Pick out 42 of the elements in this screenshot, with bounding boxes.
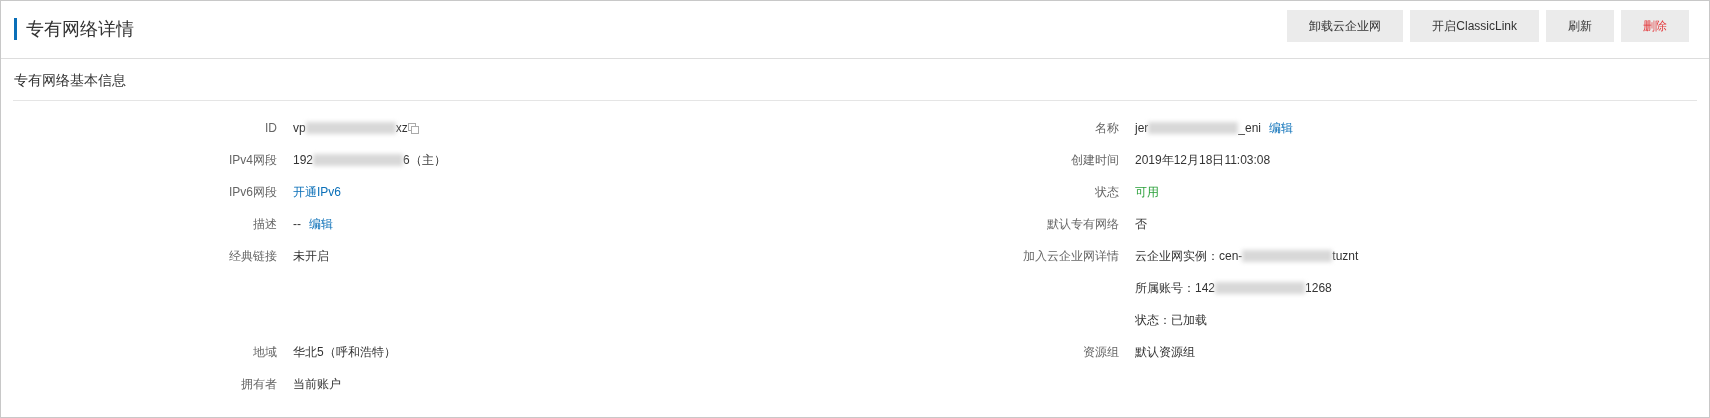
field-value: 1268 — [1305, 281, 1332, 295]
field-value: 否 — [1135, 215, 1147, 233]
field-label: 加入云企业网详情 — [1022, 248, 1119, 265]
field-label: 名称 — [1094, 120, 1119, 137]
field-label: ID — [264, 120, 277, 137]
field-value: 状态：已加载 — [1135, 311, 1207, 329]
action-button[interactable]: 刷新 — [1546, 10, 1614, 42]
field-value: -- — [293, 217, 301, 231]
status-text: 可用 — [1135, 183, 1159, 201]
field-label: IPv6网段 — [228, 184, 277, 201]
section-title: 专有网络基本信息 — [13, 59, 1697, 101]
field-label: 状态 — [1094, 184, 1119, 201]
field-value: vp — [293, 121, 306, 135]
field-value: 当前账户 — [293, 375, 341, 393]
field-value: _eni — [1238, 121, 1262, 135]
page-title: 专有网络详情 — [14, 18, 134, 40]
field-value: 所属账号：142 — [1135, 279, 1216, 297]
action-button[interactable]: 卸载云企业网 — [1287, 10, 1404, 42]
field-label: IPv4网段 — [228, 152, 277, 169]
field-value: 2019年12月18日11:03:08 — [1135, 151, 1271, 169]
copy-icon[interactable] — [407, 122, 419, 134]
delete-button[interactable]: 删除 — [1621, 10, 1689, 42]
field-value: 默认资源组 — [1135, 343, 1195, 361]
field-value: jer — [1135, 121, 1149, 135]
field-value: 未开启 — [293, 247, 329, 265]
field-value: tuznt — [1332, 249, 1359, 263]
field-value: 192 — [293, 153, 314, 167]
field-label: 描述 — [252, 216, 277, 233]
edit-link[interactable]: 编辑 — [1269, 119, 1294, 137]
field-label: 地域 — [252, 344, 277, 361]
field-value: xz — [395, 121, 408, 135]
field-label: 创建时间 — [1070, 152, 1119, 169]
field-label: 经典链接 — [228, 248, 277, 265]
field-label: 默认专有网络 — [1046, 216, 1119, 233]
edit-link[interactable]: 编辑 — [309, 215, 333, 233]
field-label: 资源组 — [1082, 344, 1119, 361]
edit-link[interactable]: 开通IPv6 — [293, 183, 341, 201]
field-value: 云企业网实例：cen- — [1135, 247, 1243, 265]
field-label: 拥有者 — [240, 376, 277, 393]
action-button[interactable]: 开启ClassicLink — [1410, 10, 1539, 42]
field-value: 华北5（呼和浩特） — [293, 343, 396, 361]
field-value: 6（主） — [403, 151, 446, 169]
